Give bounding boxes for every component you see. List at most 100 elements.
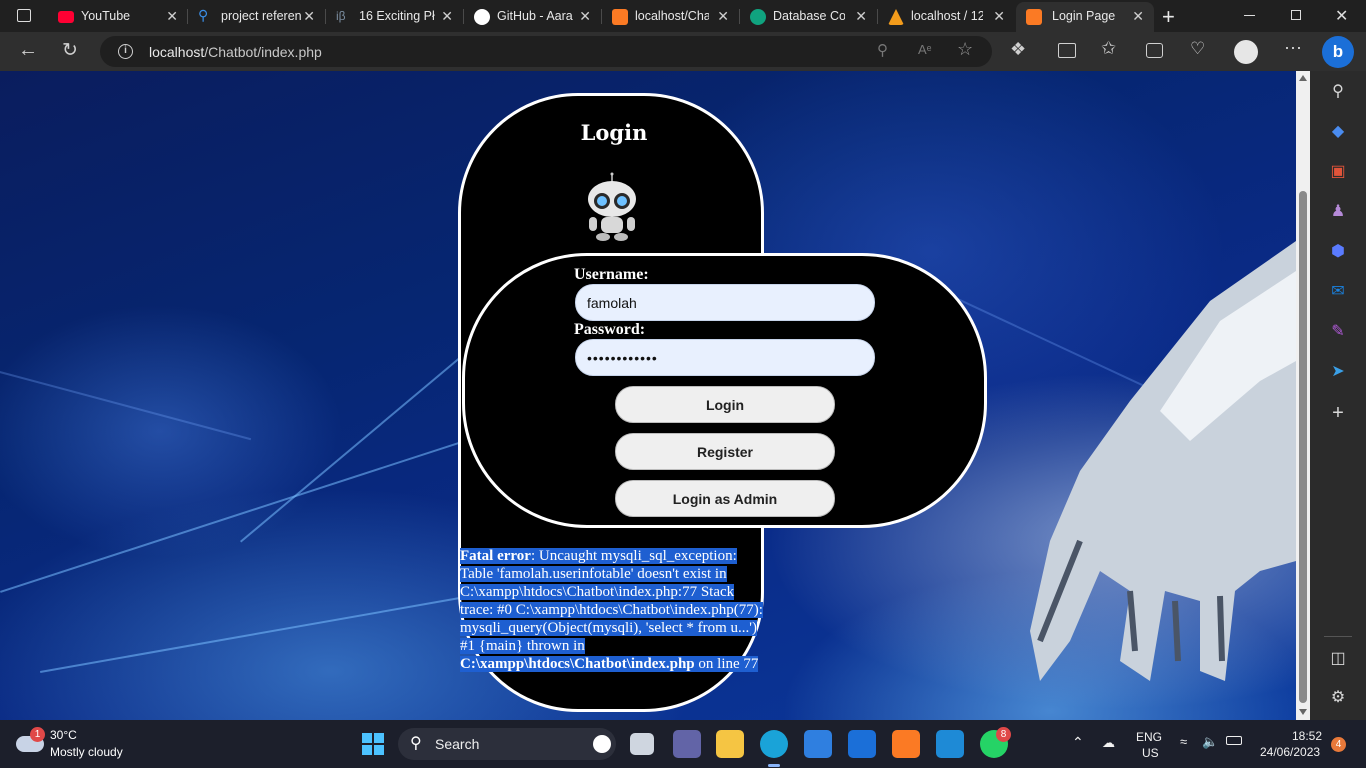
minimize-icon[interactable]: [1244, 15, 1255, 16]
sidebar-divider: [1324, 636, 1352, 637]
tab-database[interactable]: Database Cor ✕: [740, 2, 877, 32]
username-field[interactable]: famolah: [575, 284, 875, 321]
vscode-icon[interactable]: [936, 730, 964, 758]
xampp-icon[interactable]: [892, 730, 920, 758]
profile-avatar[interactable]: [1234, 40, 1258, 64]
extensions-icon[interactable]: ❖: [1010, 39, 1026, 60]
add-icon[interactable]: +: [1328, 402, 1348, 424]
favorite-star-icon[interactable]: ☆: [957, 39, 973, 60]
search-icon[interactable]: ⚲: [1328, 81, 1348, 101]
page-title: Login: [580, 120, 648, 145]
bing-icon: [593, 735, 611, 753]
error-label: Fatal error: [460, 548, 531, 564]
more-icon[interactable]: ⋯: [1284, 38, 1302, 59]
login-button[interactable]: Login: [615, 386, 835, 423]
register-button[interactable]: Register: [615, 433, 835, 470]
close-icon[interactable]: ✕: [717, 8, 729, 25]
start-icon[interactable]: [362, 733, 384, 755]
url-text: localhost/Chatbot/index.php: [149, 44, 322, 60]
error-file: C:\xampp\htdocs\Chatbot\index.php: [460, 656, 695, 672]
drop-icon[interactable]: ➤: [1328, 361, 1348, 381]
info-icon[interactable]: i: [118, 44, 133, 59]
address-bar[interactable]: i localhost/Chatbot/index.php ⚲ Aᵉ ☆: [100, 36, 992, 67]
phpmyadmin-icon: [888, 9, 904, 25]
page-viewport: Login Username: famolah Password: ••••••…: [0, 71, 1296, 720]
tab-youtube[interactable]: YouTube ✕: [48, 2, 188, 32]
close-icon[interactable]: ✕: [855, 8, 867, 25]
whatsapp-badge: 8: [996, 727, 1011, 742]
active-app-indicator: [768, 764, 780, 767]
robot-hand-image: [1030, 241, 1296, 681]
tab-actions-icon[interactable]: [17, 9, 31, 22]
tab-exciting[interactable]: iβ 16 Exciting Pł ✕: [326, 2, 463, 32]
back-icon[interactable]: ←: [18, 39, 38, 62]
close-icon[interactable]: ✕: [166, 8, 178, 25]
close-window-icon[interactable]: ✕: [1335, 6, 1348, 26]
network-status-icon[interactable]: ☁: [1102, 735, 1115, 751]
key-icon[interactable]: ⚲: [877, 41, 888, 59]
games-icon[interactable]: ♟: [1328, 201, 1348, 221]
tab-project-reference[interactable]: ⚲ project referen ✕: [188, 2, 325, 32]
clock-time[interactable]: 18:52: [1292, 729, 1322, 743]
weather-temperature[interactable]: 30°C: [50, 728, 77, 742]
login-as-admin-button[interactable]: Login as Admin: [615, 480, 835, 517]
refresh-icon[interactable]: ↻: [62, 39, 78, 62]
bing-copilot-icon[interactable]: b: [1322, 36, 1354, 68]
split-screen-icon[interactable]: [1058, 43, 1076, 58]
collections-icon[interactable]: [1146, 43, 1163, 58]
openai-icon: [750, 9, 766, 25]
search-label: Search: [435, 736, 480, 752]
close-icon[interactable]: ✕: [1132, 8, 1144, 25]
language-label[interactable]: ENG: [1136, 730, 1162, 744]
tab-phpmyadmin[interactable]: localhost / 12 ✕: [878, 2, 1015, 32]
tools-icon[interactable]: ▣: [1328, 161, 1348, 181]
teams-icon[interactable]: [673, 730, 701, 758]
edge-icon[interactable]: [760, 730, 788, 758]
scroll-down-icon[interactable]: [1299, 709, 1307, 715]
page-scrollbar[interactable]: [1296, 71, 1310, 720]
volume-icon[interactable]: 🔈: [1202, 734, 1218, 750]
search-icon: ⚲: [198, 7, 209, 23]
outlook-icon[interactable]: ✉: [1328, 281, 1348, 301]
chevron-up-icon[interactable]: ⌃: [1072, 734, 1084, 751]
favorites-icon[interactable]: ✩: [1101, 38, 1116, 59]
close-icon[interactable]: ✕: [993, 8, 1005, 25]
new-tab-icon[interactable]: +: [1162, 4, 1175, 30]
hide-sidebar-icon[interactable]: ◫: [1328, 648, 1348, 668]
file-explorer-icon[interactable]: [716, 730, 744, 758]
tab-login-page[interactable]: Login Page ✕: [1016, 2, 1154, 32]
username-label: Username:: [574, 266, 649, 283]
microsoft-365-icon[interactable]: ⬢: [1328, 241, 1348, 261]
scroll-up-icon[interactable]: [1299, 75, 1307, 81]
close-icon[interactable]: ✕: [303, 8, 315, 25]
close-icon[interactable]: ✕: [441, 8, 453, 25]
windows-explorer-icon[interactable]: [848, 730, 876, 758]
store-icon[interactable]: [804, 730, 832, 758]
weather-description[interactable]: Mostly cloudy: [50, 745, 123, 759]
battery-icon[interactable]: [1226, 736, 1242, 745]
designer-icon[interactable]: ✎: [1328, 321, 1348, 341]
xampp-icon: [612, 9, 628, 25]
scrollbar-thumb[interactable]: [1299, 191, 1307, 703]
password-field[interactable]: ••••••••••••: [575, 339, 875, 376]
xampp-icon: [1026, 9, 1042, 25]
login-form: Username: famolah Password: ••••••••••••…: [462, 253, 987, 528]
clock-date[interactable]: 24/06/2023: [1260, 745, 1320, 759]
tab-localhost-chatbot[interactable]: localhost/Cha ✕: [602, 2, 739, 32]
fatal-error-message: Fatal error: Uncaught mysqli_sql_excepti…: [460, 547, 763, 673]
tab-strip: YouTube ✕ ⚲ project referen ✕ iβ 16 Exci…: [0, 0, 1366, 32]
close-icon[interactable]: ✕: [579, 8, 591, 25]
region-label[interactable]: US: [1142, 746, 1159, 760]
notification-badge[interactable]: 4: [1331, 737, 1346, 752]
wifi-icon[interactable]: ≈: [1180, 734, 1187, 749]
shopping-icon[interactable]: ◆: [1328, 121, 1348, 141]
taskbar-search[interactable]: ⚲ Search: [398, 728, 616, 760]
search-icon: ⚲: [410, 735, 422, 752]
tab-github[interactable]: GitHub - Aara ✕: [464, 2, 601, 32]
navigation-bar: ← ↻ i localhost/Chatbot/index.php ⚲ Aᵉ ☆…: [0, 32, 1366, 71]
read-aloud-icon[interactable]: Aᵉ: [918, 42, 932, 57]
performance-icon[interactable]: ♡: [1190, 39, 1205, 59]
restore-icon[interactable]: [1291, 10, 1301, 20]
settings-gear-icon[interactable]: ⚙: [1328, 687, 1348, 707]
task-view-icon[interactable]: [630, 733, 654, 755]
